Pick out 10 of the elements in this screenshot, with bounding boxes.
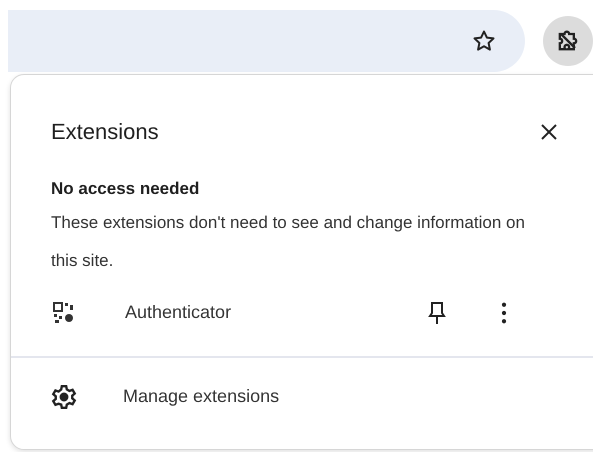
section-heading: No access needed [51,178,200,200]
close-icon[interactable] [539,122,559,142]
manage-extensions-item[interactable]: Manage extensions [11,358,280,436]
qr-code-icon [53,302,75,324]
extensions-button[interactable] [543,16,593,66]
gear-icon [51,384,77,410]
more-options-icon[interactable] [499,300,509,326]
extension-name[interactable]: Authenticator [125,299,405,326]
panel-title: Extensions [51,118,159,146]
section-description: These extensions don't need to see and change information on this site. [51,212,526,272]
